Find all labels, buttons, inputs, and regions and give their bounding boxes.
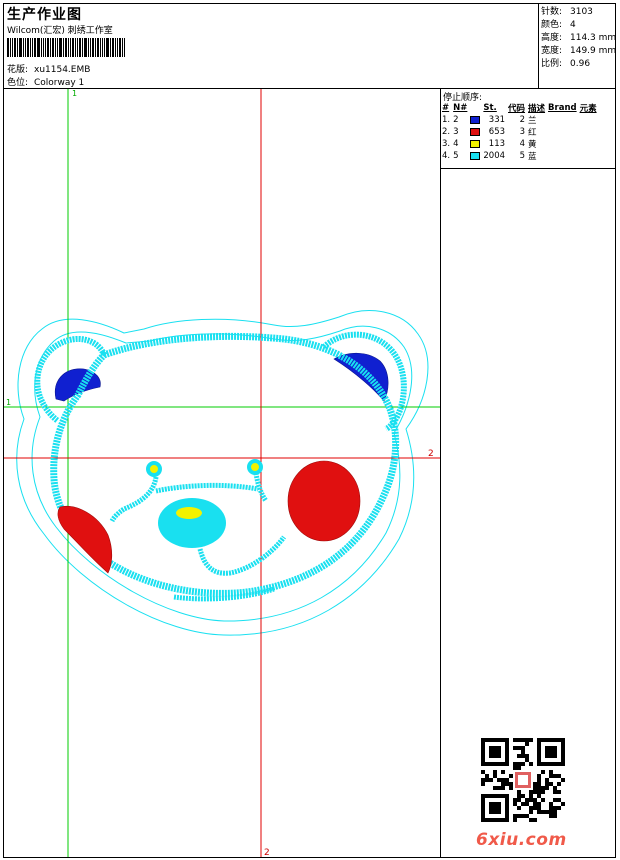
page-title: 生产作业图 (7, 7, 82, 23)
design-stats: 针数: 3103 颜色: 4 高度: 114.3 mm 宽度: 149.9 mm 比例:… (541, 6, 616, 71)
table-header-row: # N# St. 代码 描述 Brand 元素 (442, 102, 600, 114)
row-desc: 黄 (528, 140, 537, 150)
col-code: 代码 (508, 104, 526, 114)
table-row: 3. 4 113 4 黄 (442, 138, 600, 150)
table-row: 2. 3 653 3 红 (442, 126, 600, 138)
row-stitches: 653 (488, 127, 506, 137)
design-preview: 1 1 2 2 (4, 89, 440, 857)
row-index: 2. (442, 127, 451, 137)
guide-label-v2: 2 (264, 848, 270, 857)
right-eye (247, 459, 263, 475)
right-cheek (287, 460, 361, 542)
col-desc: 描述 (528, 104, 546, 114)
row-index: 1. (442, 115, 451, 125)
watermark-brand: 6xiu.com (476, 830, 567, 850)
nose (158, 498, 226, 548)
left-eye (146, 461, 162, 477)
stat-row: 颜色: 4 (541, 20, 576, 30)
stat-row: 针数: 3103 (541, 7, 593, 17)
row-stitches: 2004 (483, 151, 506, 161)
design-value: xu1154.EMB (34, 65, 91, 75)
panel-bottom-divider (440, 168, 616, 169)
row-code: 3 (519, 127, 526, 137)
design-label: 花版: (7, 65, 29, 75)
stat-row: 比例: 0.96 (541, 59, 591, 69)
col-needle: N# (453, 103, 468, 113)
colorway-row: 色位: Colorway 1 (7, 75, 84, 88)
row-desc: 兰 (528, 116, 537, 126)
stop-sequence-table: # N# St. 代码 描述 Brand 元素 1. 2 331 2 兰 2. 3 653 3 红… (442, 102, 600, 162)
row-code: 5 (519, 151, 526, 161)
row-needle: 4 (453, 139, 459, 149)
row-swatch (470, 138, 483, 150)
col-element: 元素 (579, 104, 597, 114)
snout-top (155, 482, 259, 494)
barcode (7, 38, 126, 57)
colorway-value: Colorway 1 (34, 78, 85, 88)
production-worksheet: 生产作业图 Wilcom(汇宏) 刺绣工作室 花版: xu1154.EMB 色位:… (0, 0, 620, 860)
row-stitches: 113 (488, 139, 506, 149)
nose-highlight (176, 507, 202, 519)
col-brand: Brand (548, 103, 577, 113)
table-row: 4. 5 2004 5 蓝 (442, 150, 600, 162)
guide-label-h1: 1 (6, 398, 11, 407)
row-needle: 2 (453, 115, 459, 125)
row-swatch (470, 150, 483, 162)
studio-name: Wilcom(汇宏) 刺绣工作室 (7, 26, 113, 36)
row-stitches: 331 (488, 115, 506, 125)
design-row: 花版: xu1154.EMB (7, 62, 90, 75)
guide-label-v1: 1 (72, 89, 77, 98)
row-desc: 红 (528, 128, 537, 138)
color-swatch (470, 151, 481, 160)
row-needle: 3 (453, 127, 459, 137)
row-needle: 5 (453, 151, 459, 161)
row-swatch (470, 114, 483, 126)
col-stitches: St. (483, 103, 497, 113)
stat-row: 宽度: 149.9 mm (541, 46, 617, 56)
col-index: # (442, 103, 450, 113)
row-code: 2 (519, 115, 526, 125)
color-swatch (470, 139, 481, 148)
stat-row: 高度: 114.3 mm (541, 33, 617, 43)
colorway-label: 色位: (7, 78, 29, 88)
left-brow (109, 476, 159, 523)
qr-code (481, 738, 565, 822)
table-row: 1. 2 331 2 兰 (442, 114, 600, 126)
color-swatch (470, 127, 481, 136)
guide-label-h2: 2 (428, 449, 434, 459)
row-code: 4 (519, 139, 526, 149)
stats-divider (538, 3, 539, 88)
row-desc: 蓝 (528, 152, 537, 162)
row-index: 4. (442, 151, 451, 161)
row-swatch (470, 126, 483, 138)
row-index: 3. (442, 139, 451, 149)
panel-divider (440, 88, 441, 858)
color-swatch (470, 115, 481, 124)
